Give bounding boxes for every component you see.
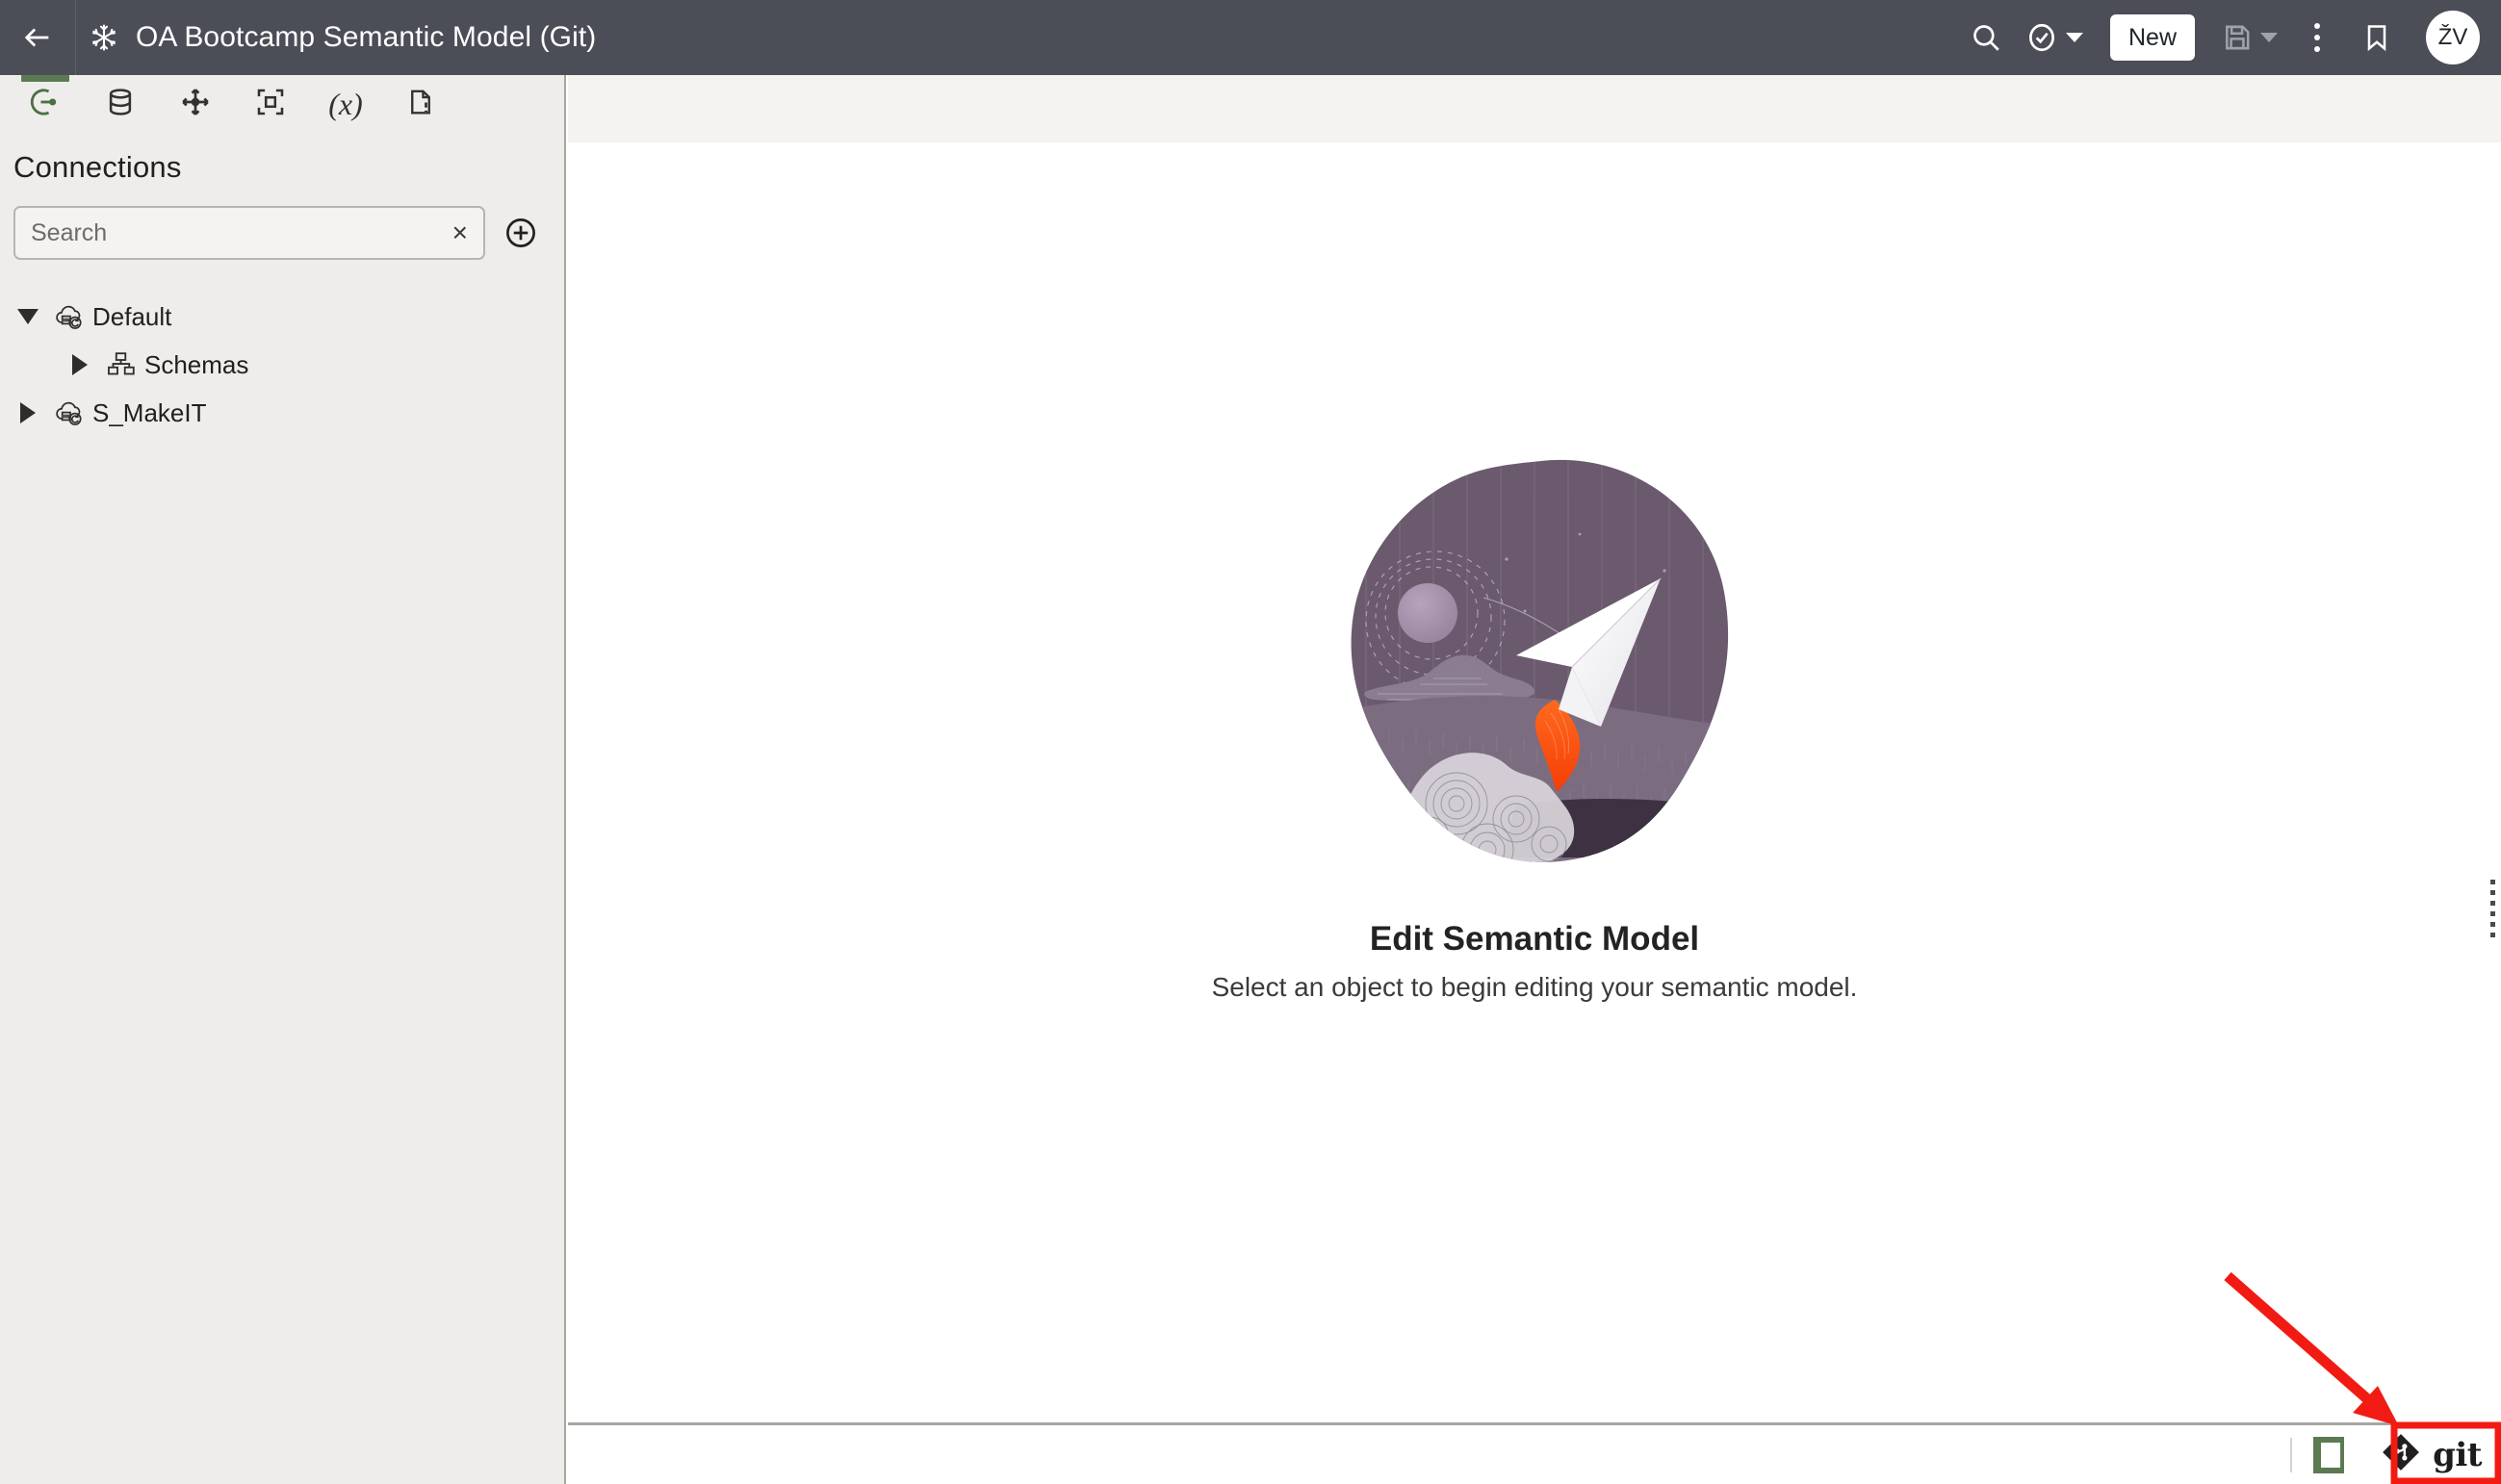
sidebar-tab-bar: (x) bbox=[0, 75, 564, 133]
sidebar-tab-databases[interactable] bbox=[83, 75, 158, 133]
empty-state: Edit Semantic Model Select an object to … bbox=[1211, 448, 1858, 1003]
sidebar-tab-relationships[interactable] bbox=[158, 75, 233, 133]
cloud-database-icon bbox=[48, 302, 92, 331]
tree-item-label: Default bbox=[92, 301, 172, 331]
git-label: git bbox=[2433, 1435, 2482, 1474]
add-connection-button[interactable] bbox=[503, 215, 539, 251]
clear-search-icon[interactable]: × bbox=[452, 219, 468, 246]
status-divider bbox=[2290, 1437, 2293, 1472]
chevron-down-icon bbox=[2065, 33, 2083, 42]
app-window: OA Bootcamp Semantic Model (Git) New ŽV … bbox=[0, 0, 2501, 1484]
main-area: Edit Semantic Model Select an object to … bbox=[568, 75, 2501, 1484]
empty-state-title: Edit Semantic Model bbox=[1369, 919, 1700, 958]
git-logo-icon bbox=[2381, 1432, 2421, 1477]
search-box[interactable]: × bbox=[13, 206, 485, 260]
crop-frame-icon bbox=[255, 87, 286, 122]
back-button[interactable] bbox=[0, 0, 75, 75]
move-arrows-icon bbox=[179, 86, 212, 123]
chevron-right-icon bbox=[20, 402, 36, 423]
new-button[interactable]: New bbox=[2109, 14, 2195, 61]
empty-state-subtitle: Select an object to begin editing your s… bbox=[1211, 971, 1858, 1002]
side-panel-toggle-icon[interactable] bbox=[2313, 1436, 2345, 1473]
search-row: × bbox=[0, 185, 564, 260]
search-input[interactable] bbox=[15, 208, 400, 258]
git-button[interactable]: git bbox=[2369, 1430, 2497, 1480]
search-button[interactable] bbox=[1956, 0, 2016, 75]
tree-item-label: S_MakeIT bbox=[92, 397, 207, 427]
more-options-button[interactable] bbox=[2287, 0, 2347, 75]
sidebar-tab-metrics[interactable]: (x) bbox=[308, 75, 383, 133]
sidebar-tab-dimensions[interactable] bbox=[233, 75, 308, 133]
chevron-down-icon bbox=[17, 309, 39, 324]
page-title: OA Bootcamp Semantic Model (Git) bbox=[136, 21, 597, 53]
panel-resize-handle[interactable] bbox=[2490, 880, 2495, 937]
active-tab-underline bbox=[21, 75, 69, 82]
chevron-down-icon bbox=[2260, 33, 2278, 42]
snowflake-icon bbox=[76, 0, 132, 75]
avatar[interactable]: ŽV bbox=[2426, 11, 2480, 64]
save-button[interactable] bbox=[2212, 0, 2287, 75]
tree-item-default[interactable]: Default bbox=[0, 293, 564, 341]
tree-item-s-makeit[interactable]: S_MakeIT bbox=[0, 389, 564, 437]
chevron-right-icon bbox=[72, 354, 88, 375]
panel-title: Connections bbox=[13, 150, 182, 184]
sidebar-tab-connections[interactable] bbox=[8, 75, 83, 133]
editor-canvas: Edit Semantic Model Select an object to … bbox=[568, 142, 2501, 1422]
expand-toggle[interactable] bbox=[8, 309, 48, 324]
connection-icon bbox=[29, 86, 62, 123]
sidebar-tab-issues[interactable] bbox=[383, 75, 458, 133]
main-toolbar-strip bbox=[568, 75, 2501, 142]
sidebar: (x) Connections × bbox=[0, 75, 566, 1484]
title-bar: OA Bootcamp Semantic Model (Git) New ŽV bbox=[0, 0, 2501, 75]
validate-button[interactable] bbox=[2016, 0, 2093, 75]
schema-icon bbox=[100, 350, 144, 379]
kebab-menu-icon bbox=[2314, 23, 2320, 52]
status-bar: git bbox=[568, 1422, 2501, 1484]
bookmark-button[interactable] bbox=[2347, 0, 2407, 75]
expand-toggle[interactable] bbox=[60, 354, 100, 375]
database-icon bbox=[105, 86, 136, 123]
paper-airplane-rocket-illustration bbox=[1328, 448, 1741, 876]
connections-tree: Default Schemas S_MakeIT bbox=[0, 260, 564, 437]
tree-item-schemas[interactable]: Schemas bbox=[0, 341, 564, 389]
expand-toggle[interactable] bbox=[8, 402, 48, 423]
titlebar-actions: New ŽV bbox=[1956, 0, 2501, 75]
cloud-database-icon bbox=[48, 398, 92, 427]
variable-x-icon: (x) bbox=[328, 86, 363, 121]
document-warning-icon bbox=[406, 86, 435, 123]
tree-item-label: Schemas bbox=[144, 349, 249, 379]
